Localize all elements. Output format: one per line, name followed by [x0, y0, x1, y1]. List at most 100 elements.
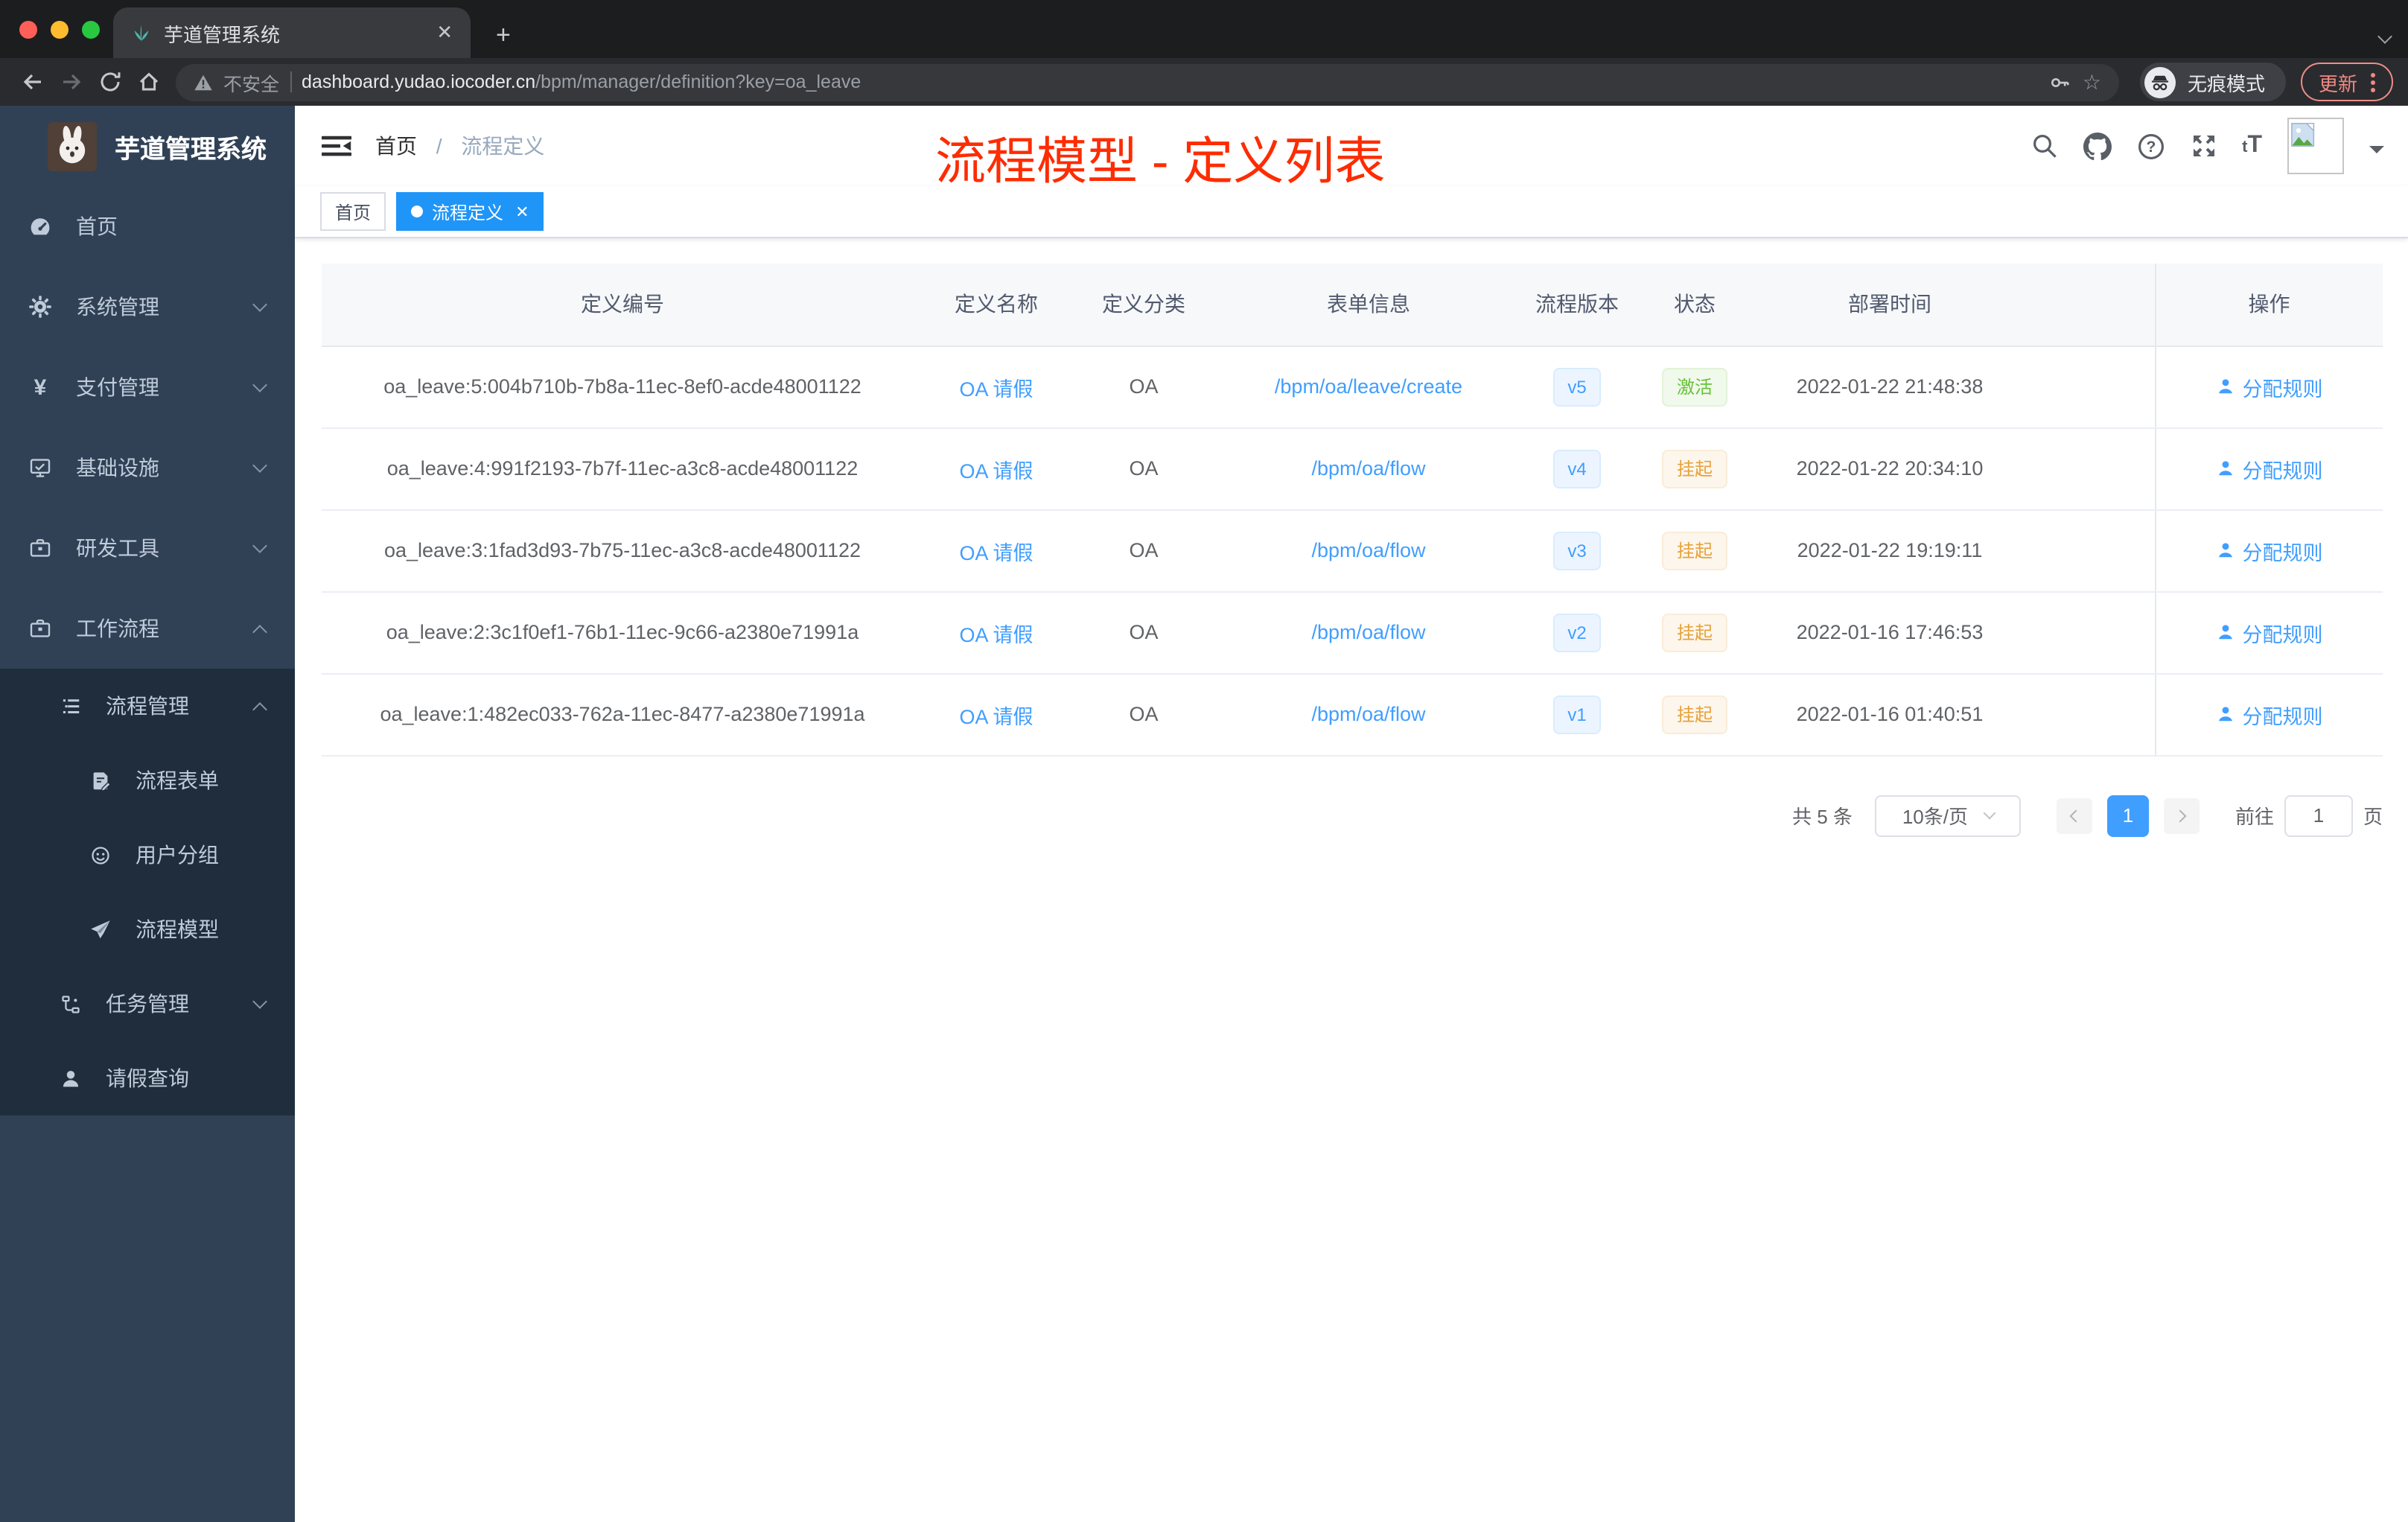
minimize-window-button[interactable] [51, 21, 69, 39]
app-logo[interactable]: 芋道管理系统 [0, 106, 295, 186]
assign-rule-button[interactable]: 分配规则 [2216, 699, 2323, 729]
sidebar-item-infra[interactable]: 基础设施 [0, 427, 295, 508]
definition-name-link[interactable]: OA 请假 [959, 623, 1033, 646]
tags-view: 首页 流程定义 ✕ [295, 186, 2408, 238]
browser-menu-icon[interactable] [2371, 72, 2375, 92]
sidebar-item-devtools[interactable]: 研发工具 [0, 508, 295, 588]
avatar-caret-icon[interactable] [2369, 146, 2384, 161]
briefcase-icon [27, 536, 54, 560]
assign-rule-button[interactable]: 分配规则 [2216, 617, 2323, 647]
sidebar-item-label: 支付管理 [76, 375, 159, 399]
cell-category: OA [1069, 509, 1218, 592]
sidebar-item-workflow[interactable]: 工作流程 [0, 588, 295, 669]
goto-page-input[interactable] [2284, 795, 2353, 836]
new-tab-button[interactable]: + [496, 22, 511, 48]
page-content: 定义编号 定义名称 定义分类 表单信息 流程版本 状态 部署时间 操作 oa_l… [295, 238, 2408, 836]
screen: 芋道管理系统 ✕ + 不安全 dashboard.yudao.iocoder.c… [0, 0, 2408, 1522]
definition-name-link[interactable]: OA 请假 [959, 459, 1033, 482]
sidebar-item-home[interactable]: 首页 [0, 186, 295, 267]
close-window-button[interactable] [19, 21, 37, 39]
column-header: 操作 [2154, 264, 2383, 346]
sidebar-item-process-form[interactable]: 流程表单 [0, 743, 295, 818]
chevron-up-icon [252, 701, 267, 716]
browser-tab-strip: 芋道管理系统 ✕ + [0, 0, 2408, 58]
update-label[interactable]: 更新 [2319, 68, 2357, 96]
sidebar-item-label: 任务管理 [106, 992, 189, 1016]
sidebar-item-leave-query[interactable]: 请假查询 [0, 1041, 295, 1115]
tag-close-icon[interactable]: ✕ [515, 202, 529, 221]
maximize-window-button[interactable] [82, 21, 100, 39]
sidebar-item-payment[interactable]: ¥ 支付管理 [0, 347, 295, 427]
browser-tab[interactable]: 芋道管理系统 ✕ [113, 7, 471, 58]
github-icon[interactable] [2083, 132, 2112, 160]
font-size-icon[interactable]: tT [2242, 133, 2262, 159]
assign-rule-button[interactable]: 分配规则 [2216, 372, 2323, 401]
tab-close-icon[interactable]: ✕ [436, 21, 453, 45]
tag-label: 首页 [335, 202, 372, 223]
paper-plane-icon [86, 918, 113, 940]
cell-deploy-time: 2022-01-16 17:46:53 [1754, 591, 2025, 674]
browser-update-button[interactable]: 更新 [2300, 63, 2393, 101]
cell-category: OA [1069, 591, 1218, 674]
table-row: oa_leave:1:482ec033-762a-11ec-8477-a2380… [322, 673, 2383, 756]
sidebar-item-task-mgmt[interactable]: 任务管理 [0, 967, 295, 1041]
form-link[interactable]: /bpm/oa/flow [1311, 703, 1425, 725]
fullscreen-icon[interactable] [2190, 133, 2217, 159]
prev-page-button[interactable] [2056, 797, 2092, 833]
tab-search-chevron-icon[interactable] [2377, 22, 2392, 49]
security-label[interactable]: 不安全 [223, 68, 279, 96]
incognito-badge: 无痕模式 [2139, 63, 2286, 101]
assign-rule-button[interactable]: 分配规则 [2216, 453, 2323, 483]
main-area: 流程模型 - 定义列表 首页 / 流程定义 ? tT 首页 流程定义 ✕ 定义编… [295, 106, 2408, 1522]
sidebar-item-user-group[interactable]: 用户分组 [0, 818, 295, 892]
chevron-down-icon [252, 457, 267, 472]
cell-deploy-time: 2022-01-16 01:40:51 [1754, 673, 2025, 756]
version-badge: v2 [1552, 613, 1602, 652]
annotation-title: 流程模型 - 定义列表 [935, 134, 1386, 191]
form-link[interactable]: /bpm/oa/flow [1311, 457, 1425, 480]
home-button[interactable] [131, 70, 167, 94]
search-icon[interactable] [2030, 133, 2057, 159]
chevron-down-icon [252, 377, 267, 392]
sidebar-item-label: 流程表单 [136, 768, 219, 792]
definition-name-link[interactable]: OA 请假 [959, 541, 1033, 564]
tag-home[interactable]: 首页 [320, 192, 386, 231]
goto-label: 前往 [2235, 806, 2274, 828]
status-badge: 激活 [1661, 367, 1727, 406]
column-header: 表单信息 [1218, 264, 1519, 346]
sidebar-item-system[interactable]: 系统管理 [0, 267, 295, 347]
cell-deploy-time: 2022-01-22 21:48:38 [1754, 346, 2025, 428]
tag-process-definition[interactable]: 流程定义 ✕ [396, 192, 544, 231]
next-page-button[interactable] [2163, 797, 2200, 833]
security-warning-icon[interactable] [194, 72, 213, 92]
bookmark-star-icon[interactable]: ☆ [2083, 71, 2101, 92]
address-bar[interactable]: 不安全 dashboard.yudao.iocoder.cn/bpm/manag… [176, 63, 2119, 101]
back-button[interactable] [15, 70, 51, 94]
definition-name-link[interactable]: OA 请假 [959, 378, 1033, 400]
reload-button[interactable] [92, 70, 128, 94]
person-icon [2218, 543, 2232, 558]
list-icon [57, 695, 83, 717]
form-link[interactable]: /bpm/oa/flow [1311, 539, 1425, 561]
forward-button[interactable] [54, 70, 89, 94]
cell-spacer [2025, 509, 2155, 592]
tag-label: 流程定义 [432, 202, 504, 223]
form-edit-icon [86, 769, 113, 792]
page-size-select[interactable]: 10条/页 [1874, 795, 2021, 836]
svg-text:?: ? [2146, 138, 2156, 155]
definition-name-link[interactable]: OA 请假 [959, 705, 1033, 727]
form-link[interactable]: /bpm/oa/leave/create [1275, 375, 1462, 398]
column-header: 状态 [1635, 264, 1754, 346]
help-icon[interactable]: ? [2136, 132, 2165, 160]
column-header: 部署时间 [1754, 264, 2025, 346]
form-link[interactable]: /bpm/oa/flow [1311, 621, 1425, 643]
page-number-1[interactable]: 1 [2106, 795, 2149, 836]
sidebar-toggle-icon[interactable] [322, 131, 351, 161]
breadcrumb-home[interactable]: 首页 [375, 134, 417, 158]
password-key-icon[interactable] [2050, 71, 2072, 93]
sidebar-item-process-model[interactable]: 流程模型 [0, 892, 295, 967]
url-text[interactable]: dashboard.yudao.iocoder.cn/bpm/manager/d… [302, 71, 2039, 92]
assign-rule-button[interactable]: 分配规则 [2216, 535, 2323, 565]
avatar[interactable] [2287, 118, 2344, 174]
sidebar-item-process-mgmt[interactable]: 流程管理 [0, 669, 295, 743]
